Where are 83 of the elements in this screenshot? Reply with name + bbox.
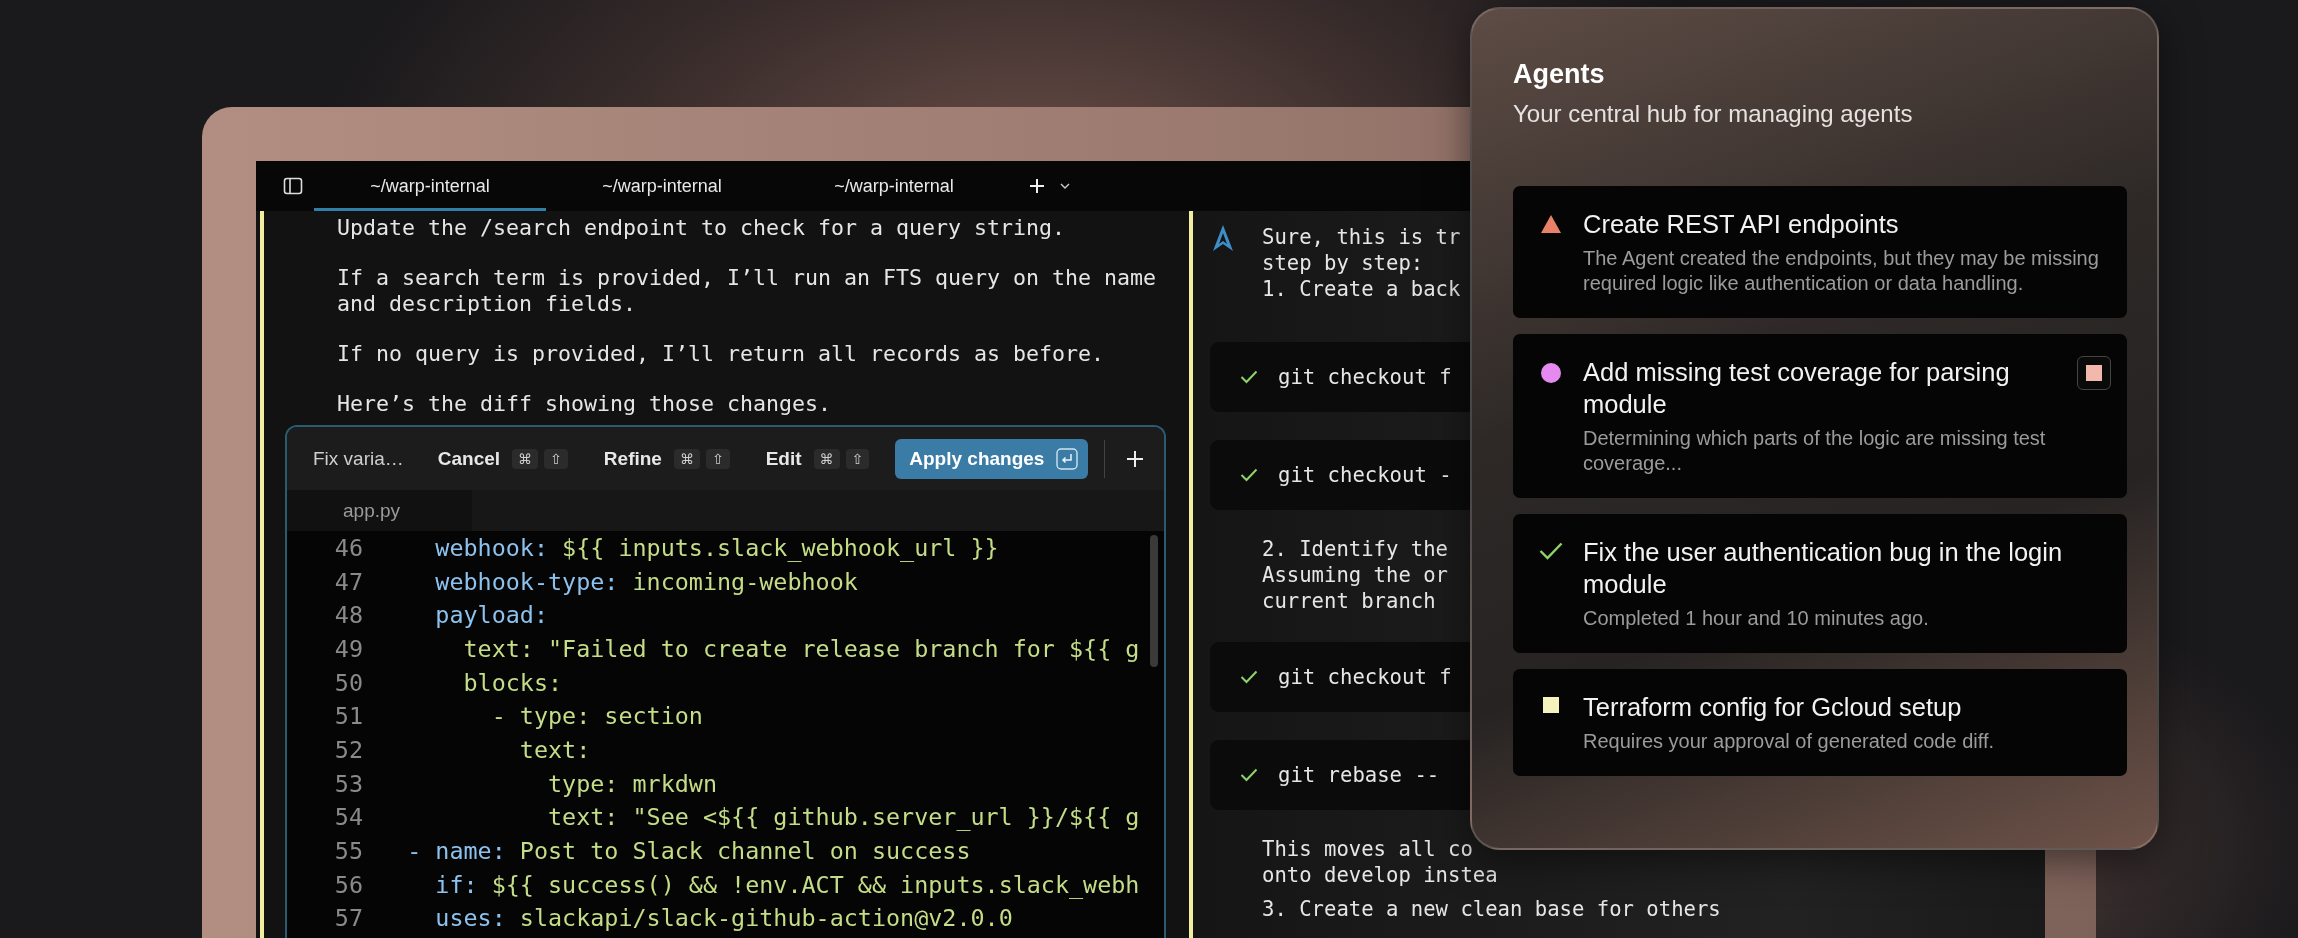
response-text: This moves all co (1262, 836, 1473, 862)
response-text: Assuming the or (1262, 562, 1448, 588)
scrollbar[interactable] (1150, 535, 1158, 667)
line-number: 52 (333, 735, 363, 764)
code-line: webhook: ${{ inputs.slack_webhook_url }} (434, 533, 999, 562)
file-tab[interactable]: app.py (287, 490, 472, 531)
line-number: 54 (333, 803, 363, 832)
key-hint: ⇧ (845, 448, 870, 469)
sidebar-toggle-icon[interactable] (283, 176, 303, 196)
diff-title: Fix varia… (313, 447, 404, 470)
apply-changes-button[interactable]: Apply changes (895, 438, 1089, 479)
code-line: - type: section (490, 702, 703, 731)
agent-task-status: Requires your approval of generated code diff. (1583, 729, 1995, 754)
message-text: Update the /search endpoint to check for a query string. (337, 215, 1067, 241)
check-icon (1240, 768, 1258, 782)
check-icon (1240, 370, 1258, 384)
key-hint: ⌘ (813, 448, 840, 469)
line-number: 55 (333, 837, 363, 866)
code-line: text: "See <${{ github.server_url }}/${{ g (547, 803, 1140, 832)
command-text: git rebase -- (1278, 762, 1440, 788)
response-text: step by step: (1262, 250, 1424, 276)
tab[interactable]: ~/warp-internal (314, 161, 546, 211)
agent-task-title: Add missing test coverage for parsing module (1583, 357, 2011, 420)
code-line: type: mrkdwn (547, 769, 717, 798)
action-button[interactable]: Cancel (437, 447, 501, 470)
check-icon (1240, 670, 1258, 684)
response-text: current branch (1262, 588, 1436, 614)
return-key-icon (1056, 447, 1079, 470)
agent-card[interactable]: Terraform config for Gcloud setup Requires your approval of generated code diff. (1513, 669, 2127, 776)
chevron-down-icon[interactable] (1060, 183, 1070, 189)
agent-task-status: The Agent created the endpoints, but they may be missing required logic like authentication or data handling. (1583, 246, 2100, 296)
code-line: webhook-type: incoming-webhook (434, 567, 858, 596)
key-hint: ⌘ (673, 448, 700, 469)
action-button[interactable]: Edit (765, 447, 802, 470)
tab[interactable]: ~/warp-internal (778, 161, 1010, 211)
agent-task-title: Terraform config for Gcloud setup (1583, 692, 1963, 723)
line-number: 51 (333, 702, 363, 731)
plus-icon[interactable] (1028, 177, 1046, 195)
line-number: 46 (333, 533, 363, 562)
message-text: If no query is provided, I’ll return all records as before. (337, 341, 1106, 367)
response-text: 1. Create a back (1262, 276, 1461, 302)
tab[interactable]: ~/warp-internal (546, 161, 778, 211)
line-number: 49 (333, 634, 363, 663)
code-line: uses: slackapi/slack-github-action@v2.0.0 (434, 904, 1013, 933)
agent-icon (1210, 224, 1236, 252)
code-line: if: ${{ success() && !env.ACT && inputs.slack_webh (434, 870, 1140, 899)
line-number: 50 (333, 668, 363, 697)
agent-task-status: Determining which parts of the logic are missing test coverage... (1583, 426, 2047, 476)
agent-card[interactable]: Add missing test coverage for parsing module Determining which parts of the logic are missing test coverage... (1513, 334, 2127, 498)
message-text: Here’s the diff showing those changes. (337, 391, 833, 417)
line-number: 48 (333, 601, 363, 630)
command-text: git checkout f (1278, 364, 1452, 390)
key-hint: ⌘ (512, 448, 539, 469)
command-text: git checkout - (1278, 462, 1452, 488)
code-line: text: (518, 735, 591, 764)
stop-button[interactable] (2077, 356, 2111, 390)
agent-task-title: Fix the user authentication bug in the login module (1583, 537, 2064, 600)
code-line: payload: (434, 601, 548, 630)
check-icon (1240, 468, 1258, 482)
line-number: 57 (333, 904, 363, 933)
response-text: 2. Identify the (1262, 536, 1448, 562)
key-hint: ⇧ (705, 448, 730, 469)
code-line: text: "Failed to create release branch for ${{ g (462, 634, 1140, 663)
response-text: Sure, this is tr (1262, 224, 1461, 250)
agent-task-status: Completed 1 hour and 10 minutes ago. (1583, 606, 1930, 631)
panel-title: Agents (1513, 59, 1606, 90)
panel-subtitle: Your central hub for managing agents (1513, 100, 1914, 128)
plus-icon[interactable] (1125, 448, 1146, 469)
message-text: If a search term is provided, I’ll run an FTS query on the name and description fields. (337, 265, 1158, 317)
command-text: git checkout f (1278, 664, 1452, 690)
line-number: 47 (333, 567, 363, 596)
stop-icon (2086, 365, 2102, 381)
key-hint: ⇧ (544, 448, 568, 469)
code-line: blocks: (462, 668, 563, 697)
agent-card[interactable]: Fix the user authentication bug in the login module Completed 1 hour and 10 minutes ago. (1513, 514, 2127, 653)
line-number: 56 (333, 870, 363, 899)
code-line: - name: Post to Slack channel on success (406, 837, 971, 866)
line-number: 53 (333, 769, 363, 798)
response-text: 3. Create a new clean base for others (1262, 896, 1721, 922)
agent-card[interactable]: Create REST API endpoints The Agent created the endpoints, but they may be missing required logic like authentication or data handling. (1513, 186, 2127, 318)
response-text: onto develop instea (1262, 862, 1498, 888)
action-button[interactable]: Refine (603, 447, 662, 470)
agent-task-title: Create REST API endpoints (1583, 209, 1900, 240)
